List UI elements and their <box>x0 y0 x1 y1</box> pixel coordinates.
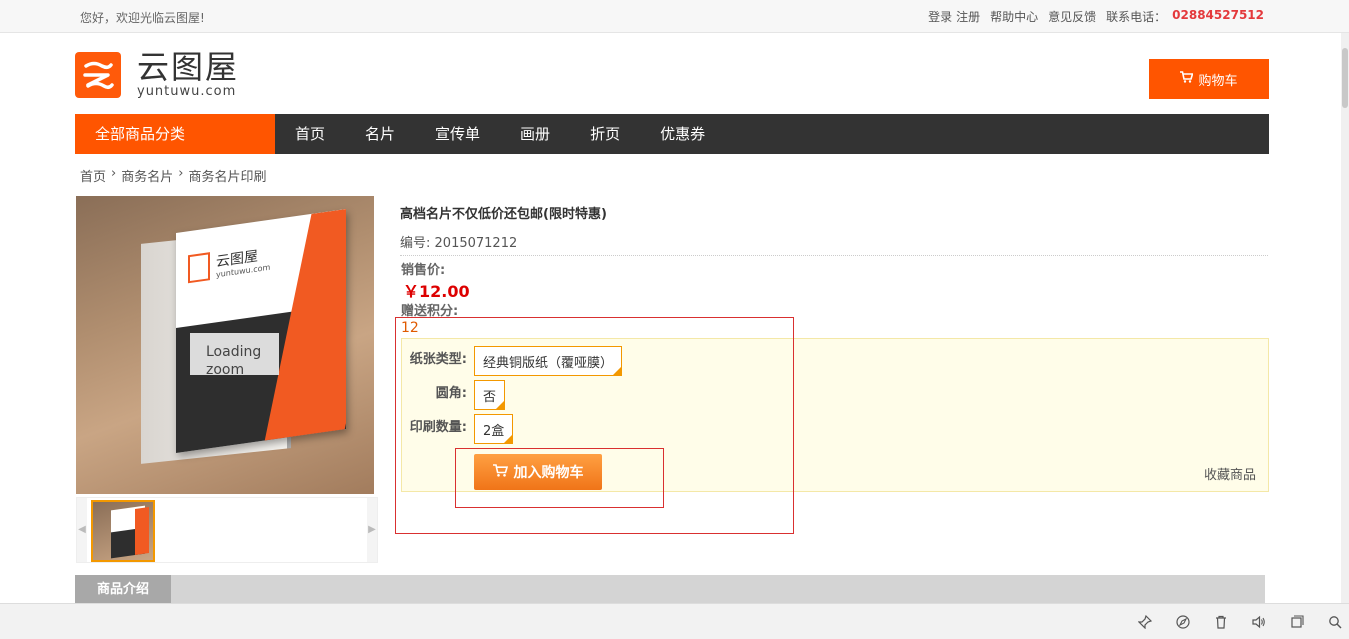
logo-icon <box>75 51 121 98</box>
print-qty-label: 印刷数量: <box>409 420 467 435</box>
product-main-image[interactable]: 云图屋 yuntuwu.com Loading zoom <box>76 196 374 494</box>
window-icon[interactable] <box>1287 612 1307 632</box>
loading-zoom-overlay: Loading zoom <box>190 333 279 375</box>
register-link[interactable]: 注册 <box>956 8 980 25</box>
print-qty-option[interactable]: 2盒 <box>474 414 514 444</box>
paper-type-option[interactable]: 经典铜版纸（覆哑膜） <box>474 346 623 376</box>
scrollbar-thumb[interactable] <box>1342 48 1348 108</box>
nav-item-flyer[interactable]: 宣传单 <box>415 114 500 154</box>
browser-status-bar <box>0 603 1349 639</box>
chevron-right-icon: › <box>111 166 117 181</box>
add-to-cart-label: 加入购物车 <box>513 465 584 481</box>
cart-icon <box>492 463 508 481</box>
logo-chinese: 云图屋 <box>137 48 240 86</box>
paper-type-label: 纸张类型: <box>409 352 467 367</box>
breadcrumb-business-card[interactable]: 商务名片 <box>121 166 173 185</box>
round-corner-option[interactable]: 否 <box>474 380 506 410</box>
pin-icon[interactable] <box>1135 612 1155 632</box>
top-links: 登录 注册 帮助中心 意见反馈 联系电话： 02884527512 <box>928 8 1264 25</box>
top-bar: 您好，欢迎光临云图屋! 登录 注册 帮助中心 意见反馈 联系电话： 028845… <box>0 0 1349 33</box>
product-code-row: 编号: 2015071212 <box>400 232 1268 256</box>
welcome-text: 您好，欢迎光临云图屋! <box>80 11 205 25</box>
search-icon[interactable] <box>1325 612 1345 632</box>
help-center-link[interactable]: 帮助中心 <box>990 8 1038 25</box>
vertical-scrollbar[interactable] <box>1341 33 1349 603</box>
thumb-next-arrow-icon[interactable]: ▶ <box>367 498 377 562</box>
breadcrumb-card-printing[interactable]: 商务名片印刷 <box>188 166 266 185</box>
add-to-cart-button[interactable]: 加入购物车 <box>474 454 602 490</box>
nav-item-brochure[interactable]: 画册 <box>500 114 570 154</box>
round-corner-label: 圆角: <box>435 386 467 401</box>
all-categories-menu[interactable]: 全部商品分类 <box>75 114 275 154</box>
favorite-link[interactable]: 收藏商品 <box>1204 464 1256 483</box>
trash-icon[interactable] <box>1211 612 1231 632</box>
login-link[interactable]: 登录 <box>928 8 952 25</box>
product-thumbnail[interactable] <box>91 500 155 562</box>
nav-item-business-card[interactable]: 名片 <box>345 114 415 154</box>
product-code-label: 编号: <box>400 236 431 251</box>
product-title: 高档名片不仅低价还包邮(限时特惠) <box>400 207 607 222</box>
main-nav: 全部商品分类 首页 名片 宣传单 画册 折页 优惠券 <box>75 114 1269 154</box>
compass-icon[interactable] <box>1173 612 1193 632</box>
price-label: 销售价: <box>401 263 446 278</box>
site-logo[interactable]: 云图屋 yuntuwu.com <box>75 50 239 99</box>
product-price: ￥12.00 <box>403 282 470 301</box>
product-options-panel: 纸张类型: 经典铜版纸（覆哑膜） 圆角: 否 印刷数量: 2盒 加入购物车 收藏… <box>401 338 1269 492</box>
cart-icon <box>1180 71 1195 87</box>
cart-label: 购物车 <box>1198 73 1238 89</box>
tab-product-intro[interactable]: 商品介绍 <box>75 575 171 605</box>
phone-label: 联系电话： <box>1106 10 1167 24</box>
thumb-prev-arrow-icon[interactable]: ◀ <box>77 498 87 562</box>
nav-item-folding[interactable]: 折页 <box>570 114 640 154</box>
logo-domain: yuntuwu.com <box>137 84 237 99</box>
breadcrumb-home[interactable]: 首页 <box>80 166 106 185</box>
nav-item-coupon[interactable]: 优惠券 <box>640 114 725 154</box>
nav-item-home[interactable]: 首页 <box>275 114 345 154</box>
points-value: 12 <box>401 320 419 336</box>
points-label: 赠送积分: <box>401 304 459 319</box>
cart-button[interactable]: 购物车 <box>1149 59 1269 99</box>
detail-tab-bar: 商品介绍 <box>75 575 1265 605</box>
phone-number: 02884527512 <box>1172 8 1264 22</box>
breadcrumb: 首页 › 商务名片 › 商务名片印刷 <box>80 166 266 185</box>
thumbnail-strip: ◀ ▶ <box>76 497 378 563</box>
card-logo-icon <box>188 252 210 284</box>
speaker-icon[interactable] <box>1249 612 1269 632</box>
feedback-link[interactable]: 意见反馈 <box>1048 8 1096 25</box>
product-code: 2015071212 <box>434 236 518 251</box>
chevron-right-icon: › <box>178 166 184 181</box>
